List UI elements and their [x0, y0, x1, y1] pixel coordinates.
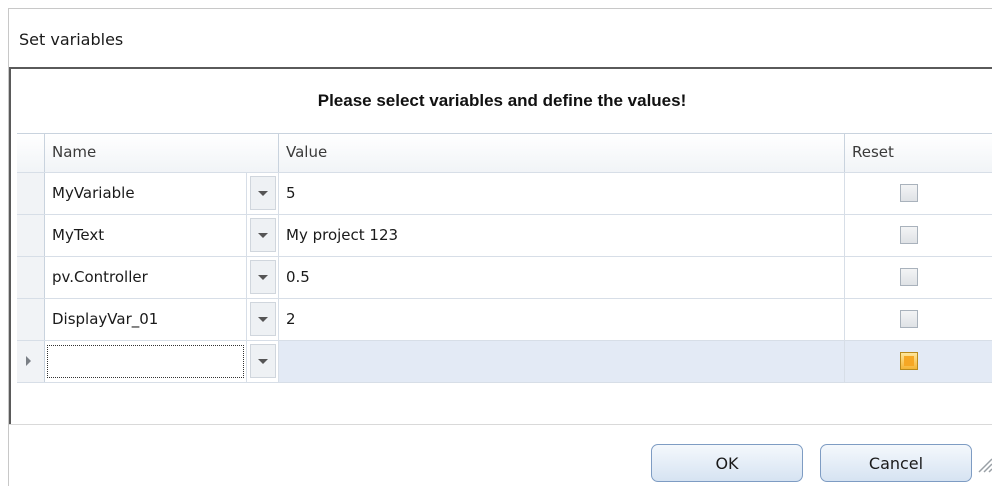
column-header-value[interactable]: Value	[279, 134, 845, 172]
dropdown-button-face	[250, 218, 276, 252]
variable-value: 2	[286, 310, 296, 328]
variable-dropdown-button[interactable]	[247, 215, 279, 256]
variable-dropdown-button[interactable]	[247, 299, 279, 340]
column-header-name-label: Name	[52, 143, 97, 161]
dropdown-button-face	[250, 260, 276, 294]
row-indicator[interactable]	[17, 341, 45, 382]
variable-name-cell[interactable]: MyText	[45, 215, 247, 256]
chevron-down-icon	[258, 274, 268, 280]
reset-checkbox[interactable]	[900, 352, 918, 370]
header-indicator-cell	[17, 134, 45, 172]
reset-cell	[845, 341, 992, 382]
focus-rectangle	[47, 345, 244, 378]
table-row[interactable]: pv.Controller 0.5	[17, 257, 992, 299]
row-indicator[interactable]	[17, 257, 45, 298]
table-row[interactable]: MyVariable 5	[17, 173, 992, 215]
variable-name: MyVariable	[52, 184, 135, 202]
dialog-footer: OK Cancel	[9, 425, 992, 486]
row-indicator[interactable]	[17, 215, 45, 256]
variable-name: pv.Controller	[52, 268, 148, 286]
variables-panel: Please select variables and define the v…	[9, 67, 992, 432]
variable-value-cell[interactable]: 0.5	[279, 257, 845, 298]
reset-cell	[845, 215, 992, 256]
set-variables-dialog: Set variables Please select variables an…	[8, 8, 992, 486]
column-header-value-label: Value	[286, 143, 328, 161]
variable-name-cell[interactable]: DisplayVar_01	[45, 299, 247, 340]
variable-value: 5	[286, 184, 296, 202]
column-header-name[interactable]: Name	[45, 134, 279, 172]
ok-button[interactable]: OK	[651, 444, 803, 482]
new-row[interactable]	[17, 341, 992, 383]
column-header-reset-label: Reset	[852, 143, 894, 161]
resize-grip-icon[interactable]	[975, 455, 992, 473]
instruction-heading: Please select variables and define the v…	[317, 91, 687, 110]
variable-value: 0.5	[286, 268, 310, 286]
variable-name: DisplayVar_01	[52, 310, 159, 328]
dropdown-button-face	[250, 302, 276, 336]
variable-value-cell[interactable]: My project 123	[279, 215, 845, 256]
cancel-button[interactable]: Cancel	[820, 444, 972, 482]
chevron-down-icon	[258, 232, 268, 238]
variable-value: My project 123	[286, 226, 399, 244]
reset-cell	[845, 257, 992, 298]
new-variable-name-cell[interactable]	[45, 341, 247, 382]
reset-checkbox[interactable]	[900, 310, 918, 328]
variables-grid: Name Value Reset MyVariable 5 MyText My …	[17, 133, 992, 383]
variable-value-cell[interactable]: 2	[279, 299, 845, 340]
chevron-down-icon	[258, 316, 268, 322]
dropdown-button-face	[250, 176, 276, 210]
grid-header-row: Name Value Reset	[17, 134, 992, 173]
variable-dropdown-button[interactable]	[247, 257, 279, 298]
variable-name-cell[interactable]: pv.Controller	[45, 257, 247, 298]
dialog-title-bar: Set variables	[9, 9, 992, 67]
row-indicator[interactable]	[17, 173, 45, 214]
variable-dropdown-button[interactable]	[247, 341, 279, 382]
new-variable-value-cell[interactable]	[279, 341, 845, 382]
table-row[interactable]: DisplayVar_01 2	[17, 299, 992, 341]
dropdown-button-face	[250, 344, 276, 378]
row-indicator[interactable]	[17, 299, 45, 340]
variable-dropdown-button[interactable]	[247, 173, 279, 214]
table-row[interactable]: MyText My project 123	[17, 215, 992, 257]
reset-checkbox[interactable]	[900, 226, 918, 244]
chevron-down-icon	[258, 358, 268, 364]
variable-name-cell[interactable]: MyVariable	[45, 173, 247, 214]
chevron-down-icon	[258, 190, 268, 196]
triangle-right-icon	[26, 356, 31, 366]
reset-checkbox[interactable]	[900, 268, 918, 286]
reset-checkbox[interactable]	[900, 184, 918, 202]
variable-name: MyText	[52, 226, 105, 244]
variable-value-cell[interactable]: 5	[279, 173, 845, 214]
reset-cell	[845, 173, 992, 214]
dialog-title: Set variables	[19, 30, 124, 49]
column-header-reset[interactable]: Reset	[845, 134, 992, 172]
reset-cell	[845, 299, 992, 340]
